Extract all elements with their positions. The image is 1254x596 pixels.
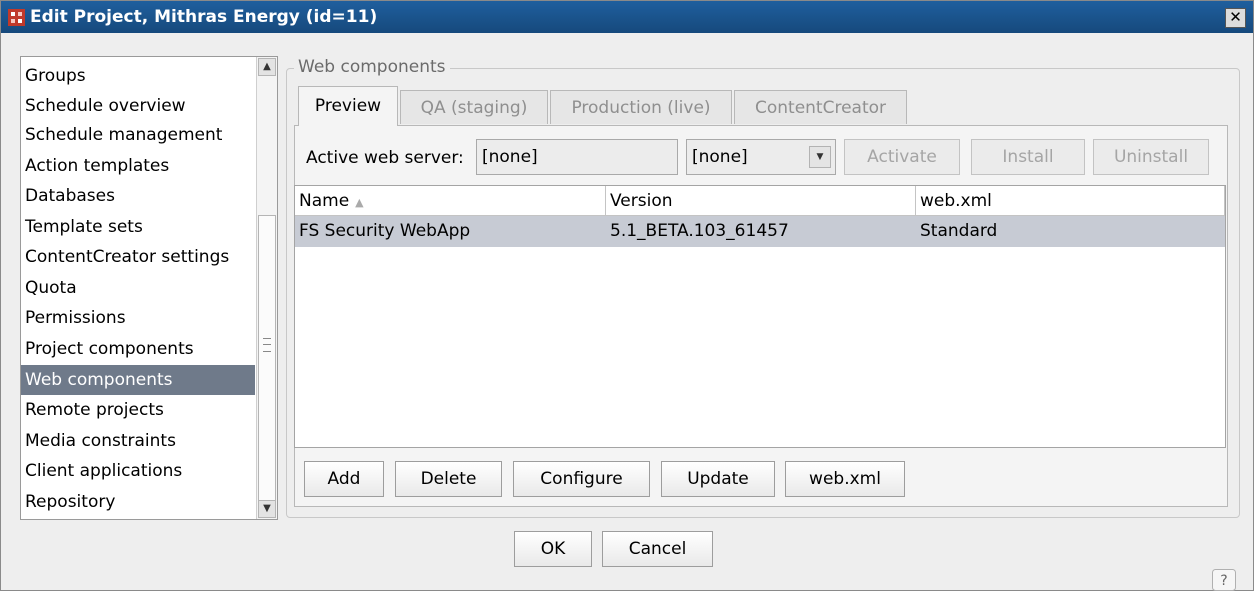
sidebar-item-project-components[interactable]: Project components [21, 334, 255, 364]
sidebar-item-media-constraints[interactable]: Media constraints [21, 426, 255, 456]
sidebar-item-schedule-overview[interactable]: Schedule overview [21, 91, 255, 121]
grip-icon [263, 338, 271, 352]
sidebar-item-template-sets[interactable]: Template sets [21, 212, 255, 242]
sidebar-item-contentcreator-settings[interactable]: ContentCreator settings [21, 242, 255, 272]
column-header-name-label: Name [299, 191, 350, 211]
sidebar-item-schedule-management[interactable]: Schedule management [21, 125, 255, 147]
webxml-button[interactable]: web.xml [785, 461, 905, 497]
column-header-version[interactable]: Version [606, 186, 916, 216]
sidebar-list: Groups Schedule overview Schedule manage… [20, 56, 278, 520]
cancel-button[interactable]: Cancel [602, 531, 713, 567]
scroll-thumb[interactable] [258, 215, 276, 515]
activate-button[interactable]: Activate [844, 139, 960, 175]
sidebar-item-quota[interactable]: Quota [21, 273, 255, 303]
tab-qa-staging[interactable]: QA (staging) [400, 90, 548, 124]
web-components-table[interactable]: Name ▲ Version web.xml FS Security WebApp… [294, 185, 1226, 448]
cell-version: 5.1_BETA.103_61457 [610, 221, 789, 241]
sidebar-item-client-applications[interactable]: Client applications [21, 456, 255, 486]
table-row[interactable]: FS Security WebApp 5.1_BETA.103_61457 St… [295, 216, 1225, 247]
delete-button[interactable]: Delete [395, 461, 502, 497]
scroll-down-icon[interactable]: ▼ [258, 500, 276, 518]
tab-production-live[interactable]: Production (live) [550, 90, 732, 124]
chevron-down-icon[interactable]: ▼ [809, 146, 831, 168]
close-icon[interactable]: ✕ [1225, 8, 1246, 28]
sort-ascending-icon: ▲ [355, 196, 364, 209]
scroll-up-icon[interactable]: ▲ [258, 58, 276, 76]
configure-button[interactable]: Configure [513, 461, 650, 497]
install-button[interactable]: Install [971, 139, 1085, 175]
sidebar-item-groups[interactable]: Groups [21, 61, 255, 91]
window-title: Edit Project, Mithras Energy (id=11) [30, 7, 378, 27]
cell-webxml: Standard [920, 221, 998, 241]
sidebar-item-databases[interactable]: Databases [21, 181, 255, 211]
ok-button[interactable]: OK [514, 531, 592, 567]
help-icon-graphic: ? [1212, 569, 1236, 591]
active-web-server-field[interactable]: [none] [476, 139, 678, 175]
group-legend: Web components [294, 57, 450, 77]
cell-name: FS Security WebApp [299, 221, 471, 241]
sidebar-item-remote-projects[interactable]: Remote projects [21, 395, 255, 425]
tab-preview[interactable]: Preview [298, 86, 398, 126]
tab-contentcreator[interactable]: ContentCreator [734, 90, 907, 124]
sidebar-item-web-components[interactable]: Web components [21, 365, 255, 395]
update-button[interactable]: Update [661, 461, 775, 497]
web-server-select[interactable]: [none] ▼ [686, 139, 836, 175]
app-icon [8, 9, 25, 26]
help-icon[interactable]: ? [1212, 569, 1236, 591]
column-header-name[interactable]: Name ▲ [295, 186, 606, 216]
web-server-select-value: [none] [692, 147, 748, 167]
sidebar-item-repository[interactable]: Repository [21, 487, 255, 517]
sidebar-item-action-templates[interactable]: Action templates [21, 151, 255, 181]
uninstall-button[interactable]: Uninstall [1093, 139, 1209, 175]
add-button[interactable]: Add [304, 461, 384, 497]
help-glyph: ? [1220, 573, 1227, 589]
sidebar-scrollbar[interactable]: ▲ ▼ [256, 57, 277, 519]
title-bar[interactable]: Edit Project, Mithras Energy (id=11) ✕ [1, 1, 1253, 33]
column-header-webxml[interactable]: web.xml [916, 186, 1225, 216]
active-web-server-label: Active web server: [306, 148, 464, 168]
sidebar-item-permissions[interactable]: Permissions [21, 303, 255, 333]
